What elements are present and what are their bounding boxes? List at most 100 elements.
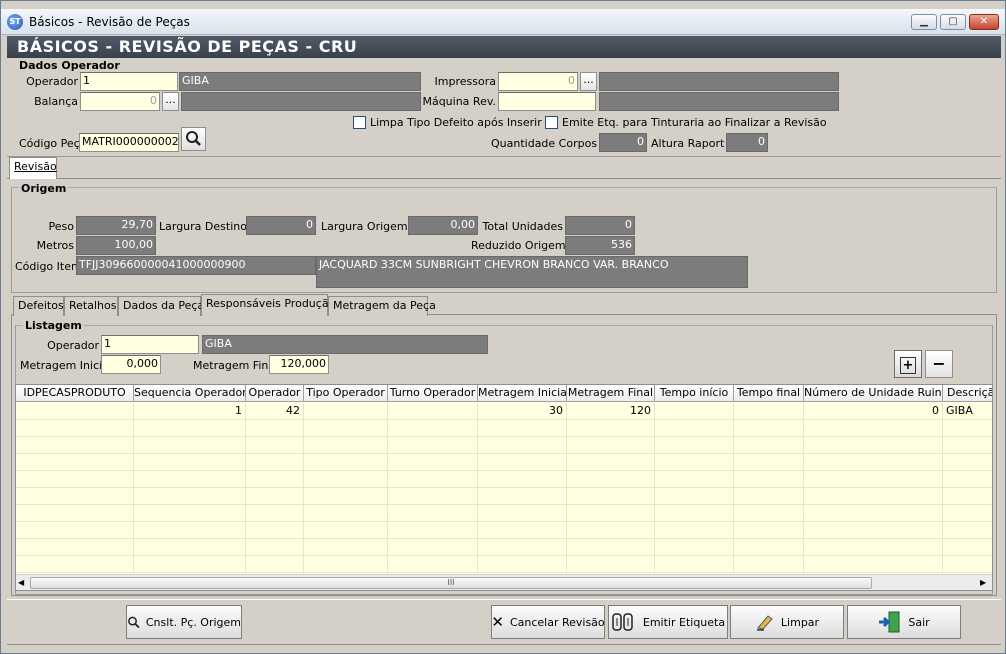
impressora-input[interactable]: 0 xyxy=(498,72,578,91)
tab-metragem-label: Metragem da Peça xyxy=(333,299,436,312)
operador-name-field: GIBA xyxy=(179,72,421,91)
col-header-sequencia-operador[interactable]: Sequencia Operador xyxy=(134,385,246,402)
cell-idpecasproduto[interactable] xyxy=(16,403,134,420)
consultar-origem-button[interactable]: Cnslt. Pç. Origem xyxy=(126,605,242,639)
tab-dados-da-peca[interactable]: Dados da Peça xyxy=(118,296,204,316)
col-header-tempo-inicio[interactable]: Tempo início xyxy=(655,385,734,402)
grid-empty-cell xyxy=(804,420,943,437)
minimize-button[interactable]: ▁ xyxy=(911,14,937,30)
grid-empty-cell xyxy=(943,505,992,522)
cell-unidades-ruins[interactable]: 0 xyxy=(804,403,943,420)
grid-empty-cell xyxy=(134,454,246,471)
codigo-peca-search-button[interactable] xyxy=(181,127,206,151)
cell-turno-operador[interactable] xyxy=(388,403,478,420)
grid-empty-cell xyxy=(943,420,992,437)
col-header-metragem-final[interactable]: Metragem Final xyxy=(567,385,655,402)
title-bar[interactable]: ST Básicos - Revisão de Peças ▁ ▢ ✕ xyxy=(1,9,1005,35)
grid-empty-cell xyxy=(655,522,734,539)
col-header-idpecasproduto[interactable]: IDPECASPRODUTO xyxy=(16,385,134,402)
largura-origem-field: 0,00 xyxy=(408,216,478,235)
col-header-descricao[interactable]: Descriçã xyxy=(943,385,992,402)
cell-operador[interactable]: 42 xyxy=(246,403,304,420)
plus-icon: + xyxy=(899,357,917,374)
balanca-lookup-button[interactable]: ... xyxy=(162,92,179,111)
grid-empty-cell xyxy=(478,505,567,522)
grid-empty-cell xyxy=(304,539,388,556)
grid-empty-cell xyxy=(388,505,478,522)
impressora-lookup-button[interactable]: ... xyxy=(580,72,597,91)
search-icon xyxy=(128,616,140,629)
reduzido-origem-field: 536 xyxy=(565,236,635,255)
grid-empty-cell xyxy=(304,437,388,454)
grid-empty-cell xyxy=(567,505,655,522)
scroll-left-icon[interactable]: ◀ xyxy=(18,578,24,587)
remove-operator-button[interactable]: − xyxy=(925,350,953,378)
emite-etiqueta-checkbox[interactable] xyxy=(545,116,558,129)
listagem-operador-name-field: GIBA xyxy=(202,335,488,354)
operador-input[interactable]: 1 xyxy=(80,72,178,91)
maquina-description-field xyxy=(599,92,839,111)
cancelar-revisao-button[interactable]: ✕ Cancelar Revisão xyxy=(491,605,605,639)
cell-tipo-operador[interactable] xyxy=(304,403,388,420)
cell-tempo-final[interactable] xyxy=(734,403,804,420)
scroll-thumb[interactable]: III xyxy=(30,577,872,589)
col-header-turno-operador[interactable]: Turno Operador xyxy=(388,385,478,402)
grid-empty-cell xyxy=(246,505,304,522)
tab-responsaveis-producao[interactable]: Responsáveis Produção xyxy=(201,294,335,316)
maximize-button[interactable]: ▢ xyxy=(940,14,966,30)
balanca-input[interactable]: 0 xyxy=(80,92,160,111)
grid-empty-cell xyxy=(804,556,943,573)
grid-empty-cell xyxy=(943,471,992,488)
grid-empty-cell xyxy=(16,539,134,556)
cell-sequencia-operador[interactable]: 1 xyxy=(134,403,246,420)
cell-metragem-inicial[interactable]: 30 xyxy=(478,403,567,420)
cell-tempo-inicio[interactable] xyxy=(655,403,734,420)
metragem-inicial-input[interactable]: 0,000 xyxy=(101,355,161,374)
cell-metragem-final[interactable]: 120 xyxy=(567,403,655,420)
grid-empty-cell xyxy=(388,420,478,437)
col-header-metragem-inicial[interactable]: Metragem Inicial xyxy=(478,385,567,402)
col-header-tipo-operador[interactable]: Tipo Operador xyxy=(304,385,388,402)
cell-descricao[interactable]: GIBA xyxy=(943,403,992,420)
grid-empty-cell xyxy=(655,488,734,505)
col-header-unidades-ruins[interactable]: Número de Unidade Ruins xyxy=(804,385,943,402)
dados-operador-title: Dados Operador xyxy=(17,59,122,72)
col-header-operador[interactable]: Operador xyxy=(246,385,304,402)
horizontal-scrollbar[interactable]: ◀ III ▶ xyxy=(16,574,992,590)
eraser-icon xyxy=(756,615,773,631)
form-header: BÁSICOS - REVISÃO DE PEÇAS - CRU xyxy=(7,36,1001,58)
grid-empty-cell xyxy=(943,556,992,573)
metros-label: Metros xyxy=(36,239,74,252)
responsaveis-grid[interactable]: IDPECASPRODUTO Sequencia Operador Operad… xyxy=(15,384,993,591)
limpar-button[interactable]: Limpar xyxy=(730,605,844,639)
codigo-peca-input[interactable]: MATRI000000002 xyxy=(79,133,179,152)
scroll-right-icon[interactable]: ▶ xyxy=(980,578,986,587)
tab-retalhos[interactable]: Retalhos xyxy=(64,296,118,316)
grid-empty-cell xyxy=(304,420,388,437)
limpa-tipo-defeito-checkbox[interactable] xyxy=(353,116,366,129)
listagem-operador-input[interactable]: 1 xyxy=(101,335,199,354)
grid-empty-cell xyxy=(567,437,655,454)
tab-revisao-label: Revisão xyxy=(14,160,57,173)
tab-revisao[interactable]: Revisão xyxy=(9,157,57,179)
add-operator-button[interactable]: + xyxy=(894,350,922,378)
grid-empty-cell xyxy=(246,437,304,454)
cancelar-revisao-label: Cancelar Revisão xyxy=(509,615,605,629)
grid-empty-cell xyxy=(734,505,804,522)
emitir-etiqueta-button[interactable]: Emitir Etiqueta xyxy=(608,605,728,639)
maquina-input[interactable] xyxy=(498,92,596,111)
grid-empty-cell xyxy=(478,454,567,471)
tab-metragem-da-peca[interactable]: Metragem da Peça xyxy=(328,296,436,316)
col-header-tempo-final[interactable]: Tempo final xyxy=(734,385,804,402)
altura-raport-field: 0 xyxy=(726,133,768,152)
grid-empty-cell xyxy=(134,437,246,454)
tab-defeitos[interactable]: Defeitos xyxy=(13,296,64,316)
close-button[interactable]: ✕ xyxy=(969,14,999,30)
sair-button[interactable]: Sair xyxy=(847,605,961,639)
grid-empty-cell xyxy=(246,471,304,488)
largura-origem-label: Largura Origem xyxy=(321,220,408,233)
grid-empty-cell xyxy=(134,505,246,522)
grid-empty-cell xyxy=(16,488,134,505)
grid-empty-cell xyxy=(388,454,478,471)
metragem-final-input[interactable]: 120,000 xyxy=(269,355,329,374)
